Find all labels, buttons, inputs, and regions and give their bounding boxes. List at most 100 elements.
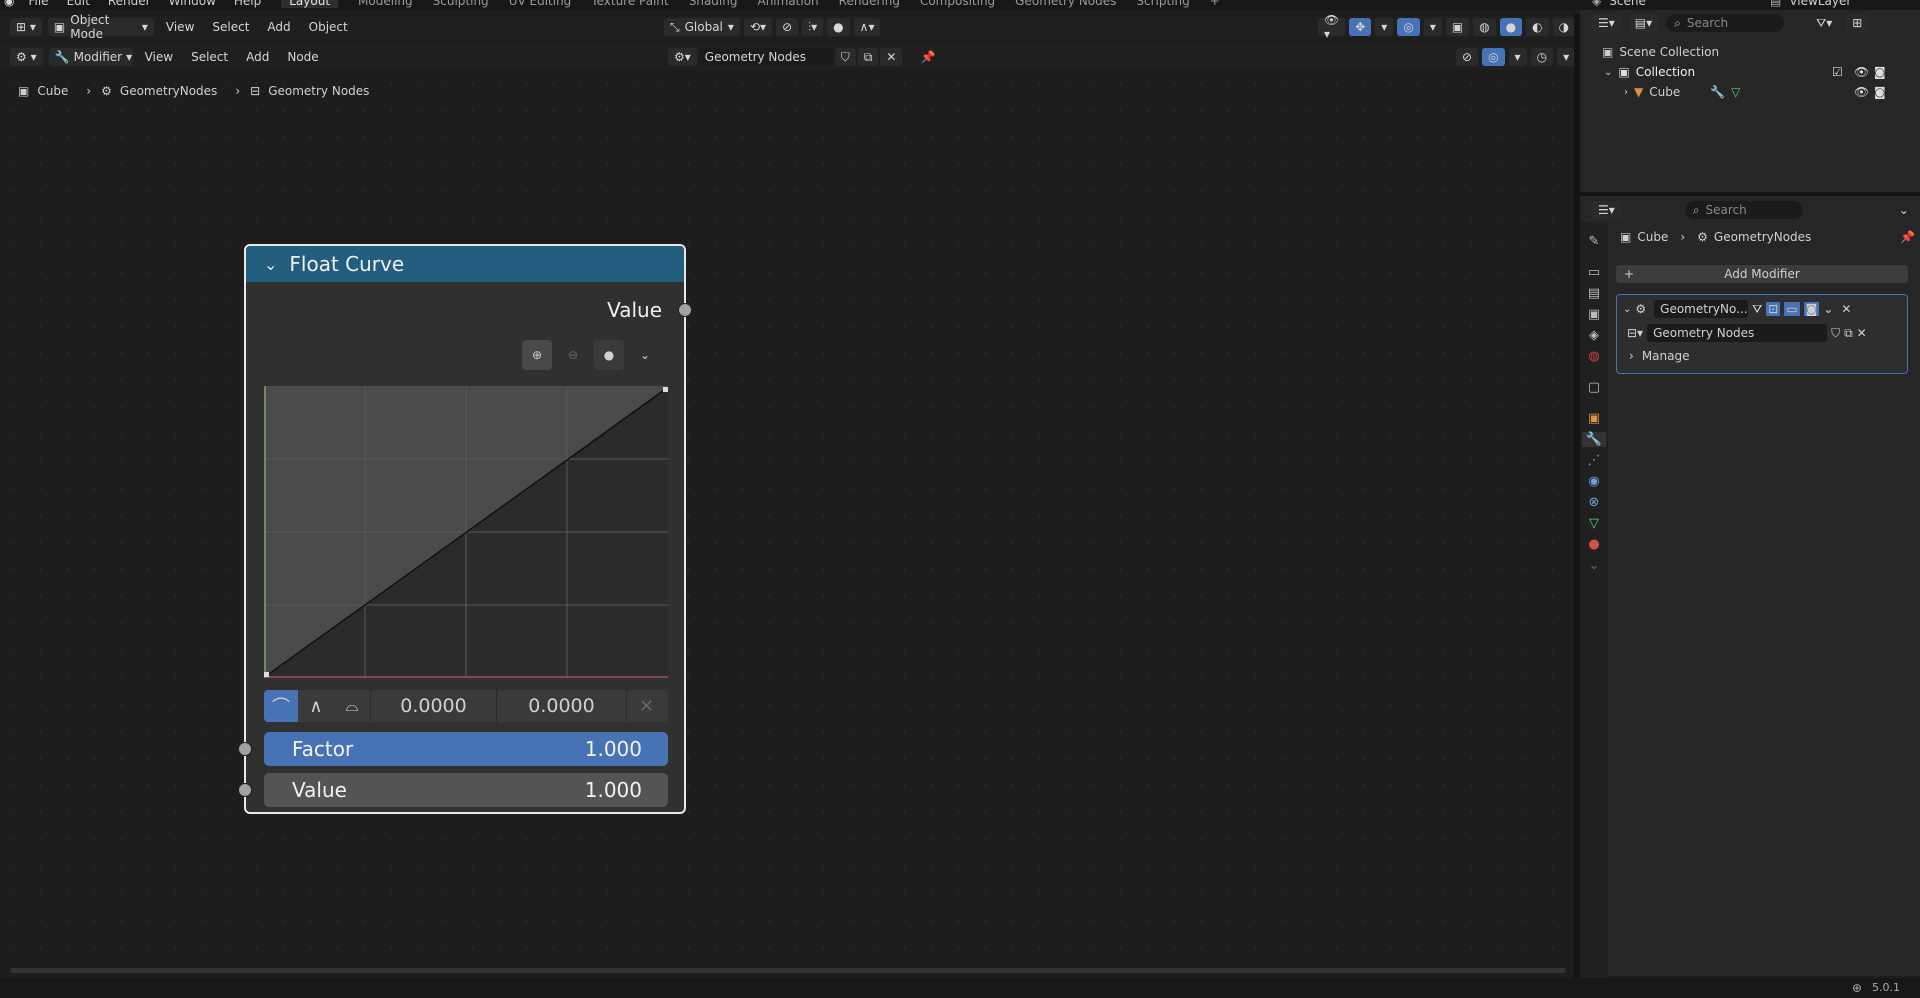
tab-shading[interactable]: Shading [689,0,738,8]
outliner-row-scene-collection[interactable]: ▣ Scene Collection [1602,45,1719,59]
transform-orientation-dropdown[interactable]: ⤡ Global ▾ [664,18,740,36]
node-group-field[interactable]: Geometry Nodes [1647,324,1828,342]
chevron-down-icon[interactable]: ⌄ [1589,558,1600,573]
menu-edit[interactable]: Edit [67,0,90,8]
collection-tab-icon[interactable]: ▢ [1588,380,1600,395]
proportional-edit-toggle[interactable]: ● [827,18,850,36]
chevron-down-icon[interactable]: ⌄ [1604,67,1612,78]
chevron-down-icon[interactable]: ⌄ [1823,302,1833,316]
editor-type-button[interactable]: ☰▾ [1592,201,1621,219]
vector-handle-icon[interactable]: ∧ [298,690,334,722]
snap-icon[interactable]: ⊘ [1456,48,1479,66]
fake-user-icon[interactable]: ⛉ [834,48,856,66]
curve-graph[interactable] [264,386,668,678]
float-curve-node[interactable]: ⌄ Float Curve Value ⊕ ⊖ ● ⌄ ⌒ ∧ ⌓ 0.0000… [238,244,692,814]
menu-node[interactable]: Node [281,48,324,66]
curve-point-end[interactable] [663,387,668,392]
editor-type-button[interactable]: ⚙ ▾ [10,48,43,66]
properties-search-input[interactable]: ⌕ Search [1684,201,1803,219]
camera-icon[interactable]: ◙ [1874,65,1886,79]
eye-icon[interactable]: 👁 [1854,85,1869,99]
node-tree-name-field[interactable]: Geometry Nodes [698,48,833,66]
view-layer-tab-icon[interactable]: ▣ [1588,307,1600,322]
tab-texture-paint[interactable]: Texture Paint [591,0,668,8]
output-value-socket[interactable] [678,303,692,317]
object-mode-dropdown[interactable]: ▣ Object Mode ▾ [47,13,154,41]
tab-compositing[interactable]: Compositing [920,0,995,8]
value-field[interactable]: Value 1.000 [264,773,668,807]
pivot-point-button[interactable]: ⟲▾ [744,18,773,36]
tool-tab-icon[interactable]: ✎ [1589,234,1600,249]
zoom-out-icon[interactable]: ⊖ [558,340,588,370]
overlay-toggle[interactable]: ◎ [1482,48,1505,66]
zoom-in-icon[interactable]: ⊕ [522,340,552,370]
unlink-icon[interactable]: ✕ [1857,326,1867,340]
data-tab-icon[interactable]: ▽ [1589,516,1599,531]
viewport-toggle-icon[interactable]: ▭ [1784,302,1800,316]
particles-tab-icon[interactable]: ⋰ [1588,453,1601,468]
checkbox-icon[interactable]: ☑ [1832,65,1843,79]
delete-point-icon[interactable]: ✕ [626,690,666,722]
snap-target-button[interactable]: ⫶▾ [802,18,824,36]
overlay-toggle[interactable]: ◎ [1397,18,1420,36]
pin-icon[interactable]: 📌 [914,48,941,66]
wireframe-shading-button[interactable]: ◍ [1473,18,1496,36]
visibility-button[interactable]: 👁▾ [1318,13,1346,41]
duplicate-icon[interactable]: ⧉ [1844,326,1853,341]
node-editor-canvas[interactable] [0,70,1572,973]
curve-options-chevron-icon[interactable]: ⌄ [630,340,660,370]
node-header[interactable]: ⌄ Float Curve [246,246,684,282]
output-tab-icon[interactable]: ▤ [1588,286,1600,301]
cage-toggle-icon[interactable]: ⊡ [1766,302,1781,316]
point-y-field[interactable]: 0.0000 [496,690,626,722]
object-tab-icon[interactable]: ▣ [1588,411,1600,426]
outliner-row-cube[interactable]: › ▼ Cube 🔧 ▽ 👁 ◙ [1624,85,1914,99]
display-mode-button[interactable]: ▤▾ [1628,14,1659,32]
editor-type-button[interactable]: ☰▾ [1592,14,1621,32]
tab-animation[interactable]: Animation [757,0,818,8]
manage-subpanel[interactable]: › Manage [1617,346,1907,366]
fake-user-icon[interactable]: ⛉ [1831,326,1840,341]
horizontal-scrollbar[interactable] [10,968,1566,973]
menu-add[interactable]: Add [240,48,275,66]
outliner-row-collection[interactable]: ⌄ ▣ Collection ☑ 👁 ◙ [1604,65,1914,79]
proportional-falloff-button[interactable]: ∧▾ [853,18,881,36]
outliner-search-input[interactable]: ⌕ Search [1666,14,1785,32]
tab-uv-editing[interactable]: UV Editing [509,0,572,8]
menu-object[interactable]: Object [303,18,354,36]
menu-file[interactable]: File [28,0,48,8]
auto-clamped-handle-icon[interactable]: ⌓ [334,690,370,722]
rendered-shading-button[interactable]: ◑ [1552,18,1576,36]
gizmo-dropdown[interactable]: ▾ [1557,48,1576,66]
value-input-socket[interactable] [238,783,252,797]
menu-window[interactable]: Window [169,0,216,8]
menu-add[interactable]: Add [261,18,296,36]
physics-tab-icon[interactable]: ◉ [1588,474,1599,489]
tab-geometry-nodes[interactable]: Geometry Nodes [1015,0,1116,8]
duplicate-icon[interactable]: ⧉ [857,48,879,66]
menu-select[interactable]: Select [185,48,234,66]
tab-sculpting[interactable]: Sculpting [433,0,489,8]
view-layer-name[interactable]: ViewLayer [1789,0,1851,8]
curve-point-start[interactable] [264,672,269,677]
pin-icon[interactable]: 📌 [1900,230,1915,244]
overlay-dropdown[interactable]: ▾ [1508,48,1527,66]
close-icon[interactable]: ✕ [1841,302,1851,316]
menu-help[interactable]: Help [234,0,261,8]
solid-shading-button[interactable]: ● [1499,18,1523,36]
unlink-icon[interactable]: ✕ [880,48,903,66]
blender-logo-icon[interactable]: ◉ [4,0,14,8]
gizmo-toggle[interactable]: ✥ [1349,18,1372,36]
filter-icon[interactable]: ⛛▾ [1810,14,1838,32]
clip-toggle-icon[interactable]: ● [594,340,624,370]
new-collection-icon[interactable]: ⊞ [1846,14,1869,32]
tab-layout[interactable]: Layout [281,0,339,8]
modifier-tab-icon[interactable]: 🔧 [1581,432,1607,447]
modifier-name-field[interactable]: GeometryNo... [1654,300,1749,318]
render-tab-icon[interactable]: ▭ [1588,265,1600,280]
constraints-tab-icon[interactable]: ⊗ [1589,495,1600,510]
area-divider[interactable] [1580,192,1920,196]
point-x-field[interactable]: 0.0000 [370,690,496,722]
chevron-down-icon[interactable]: ⌄ [1893,201,1915,219]
auto-handle-icon[interactable]: ⌒ [264,690,298,722]
